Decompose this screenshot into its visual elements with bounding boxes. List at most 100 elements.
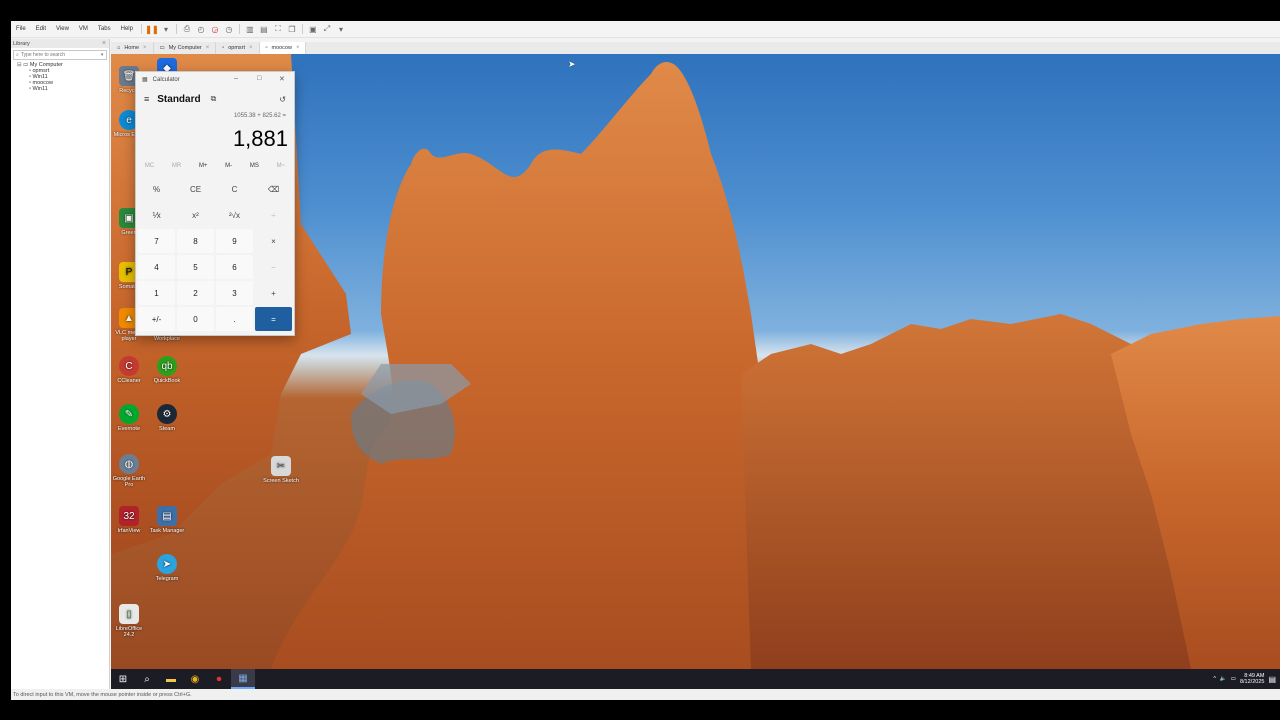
desktop-icon-libreoffice[interactable]: ▯ LibreOffice 24.2	[111, 604, 147, 638]
ccleaner-icon: C	[119, 356, 139, 376]
desktop-icon-google-earth[interactable]: ◍ Google Earth Pro	[111, 454, 147, 488]
record-icon: ⏺	[216, 673, 222, 685]
desktop-icon-irfanview[interactable]: 32 IrfanView	[111, 506, 147, 534]
desktop-icon-telegram[interactable]: ➤ Telegram	[149, 554, 185, 582]
memory-list-button[interactable]: M~	[277, 163, 286, 169]
memory-add-button[interactable]: M+	[199, 163, 208, 169]
taskbar-file-explorer[interactable]: ▬	[159, 669, 183, 689]
clear-button[interactable]: C	[216, 177, 253, 201]
digit-8-button[interactable]: 8	[177, 229, 214, 253]
unity-icon[interactable]: ❐	[285, 23, 299, 35]
divide-button[interactable]: ÷	[255, 203, 292, 227]
stretch-guest-icon[interactable]: ⤢	[320, 23, 334, 35]
desktop-icon-task-manager[interactable]: ▤ Task Manager	[149, 506, 185, 534]
negate-button[interactable]: +/-	[138, 307, 175, 331]
desktop-icon-screen-sketch[interactable]: ✂ Screen Sketch	[263, 456, 299, 484]
digit-9-button[interactable]: 9	[216, 229, 253, 253]
library-header: Library ×	[11, 39, 109, 48]
close-icon[interactable]: ×	[102, 40, 106, 47]
memory-store-button[interactable]: MS	[250, 163, 259, 169]
calculator-titlebar[interactable]: ▦ Calculator – □ ✕	[136, 72, 294, 87]
taskbar-recorder[interactable]: ⏺	[207, 669, 231, 689]
network-icon[interactable]: ▭	[1231, 676, 1236, 682]
close-icon[interactable]: ×	[143, 45, 147, 51]
calculator-window: ▦ Calculator – □ ✕ ≡ Standard ⧉ ↺ 1055.3…	[135, 71, 295, 336]
library-search[interactable]: ⌕ ▾	[13, 50, 107, 60]
chevron-down-icon[interactable]: ▾	[101, 52, 104, 58]
speaker-icon[interactable]: 🔈	[1220, 676, 1227, 682]
digit-5-button[interactable]: 5	[177, 255, 214, 279]
close-icon[interactable]: ×	[296, 45, 300, 51]
square-button[interactable]: x²	[177, 203, 214, 227]
multiply-button[interactable]: ×	[255, 229, 292, 253]
send-keys-icon[interactable]: ⎙	[180, 23, 194, 35]
desktop-icon-evernote[interactable]: ✎ Evernote	[111, 404, 147, 432]
digit-1-button[interactable]: 1	[138, 281, 175, 305]
memory-clear-button[interactable]: MC	[145, 163, 154, 169]
close-icon[interactable]: ×	[249, 45, 253, 51]
desktop-icon-quickbooks[interactable]: qb QuickBook	[149, 356, 185, 384]
menubar: File Edit View VM Tabs Help ❚❚ ▾ ⎙ ◴ ◶ ◷…	[11, 21, 1280, 38]
telegram-icon: ➤	[157, 554, 177, 574]
hamburger-menu-icon[interactable]: ≡	[144, 94, 149, 104]
desktop-icon-ccleaner[interactable]: C CCleaner	[111, 356, 147, 384]
library-title: Library	[13, 40, 30, 47]
tab-home[interactable]: ⌂ Home ×	[111, 42, 154, 54]
subtract-button[interactable]: −	[255, 255, 292, 279]
minimize-icon[interactable]: –	[234, 75, 238, 82]
snapshot-manager-icon[interactable]: ◷	[222, 23, 236, 35]
memory-subtract-button[interactable]: M-	[225, 163, 232, 169]
history-icon[interactable]: ↺	[279, 95, 286, 104]
digit-6-button[interactable]: 6	[216, 255, 253, 279]
pause-icon[interactable]: ❚❚	[145, 23, 159, 35]
add-button[interactable]: +	[255, 281, 292, 305]
thumbnail-bar-icon[interactable]: ▤	[257, 23, 271, 35]
menu-vm[interactable]: VM	[74, 26, 93, 32]
close-icon[interactable]: ✕	[279, 75, 285, 83]
search-input[interactable]	[20, 52, 101, 58]
vm-icon: ▫	[222, 45, 225, 51]
close-icon[interactable]: ×	[206, 45, 210, 51]
tree-item-vm[interactable]: ▫ Win11	[17, 86, 109, 92]
taskbar-chrome[interactable]: ◉	[183, 669, 207, 689]
backspace-button[interactable]: ⌫	[255, 177, 292, 201]
square-root-button[interactable]: ²√x	[216, 203, 253, 227]
digit-7-button[interactable]: 7	[138, 229, 175, 253]
revert-snapshot-icon[interactable]: ◶	[208, 23, 222, 35]
notification-icon[interactable]: ▤	[1268, 675, 1276, 684]
digit-3-button[interactable]: 3	[216, 281, 253, 305]
start-button[interactable]: ⊞	[111, 669, 135, 689]
digit-4-button[interactable]: 4	[138, 255, 175, 279]
tab-my-computer[interactable]: ▭ My Computer ×	[154, 42, 217, 54]
taskbar-calculator[interactable]: ▦	[231, 669, 255, 689]
clock[interactable]: 8:49 AM 8/12/2025	[1240, 673, 1264, 685]
tab-opmsrt[interactable]: ▫ opmsrt ×	[216, 42, 260, 54]
menu-view[interactable]: View	[51, 26, 74, 32]
dropdown-icon[interactable]: ▾	[159, 23, 173, 35]
menu-edit[interactable]: Edit	[31, 26, 51, 32]
digit-0-button[interactable]: 0	[177, 307, 214, 331]
reciprocal-button[interactable]: ⅟x	[138, 203, 175, 227]
clear-entry-button[interactable]: CE	[177, 177, 214, 201]
tab-moocow[interactable]: ▫ moocow ×	[259, 42, 307, 54]
toolbar-divider	[140, 24, 142, 34]
percent-button[interactable]: %	[138, 177, 175, 201]
equals-button[interactable]: =	[255, 307, 292, 331]
taskbar-search-button[interactable]: ⌕	[135, 669, 159, 689]
menu-tabs[interactable]: Tabs	[93, 26, 116, 32]
chevron-up-icon[interactable]: ^	[1213, 676, 1216, 682]
console-view-icon[interactable]: ▣	[306, 23, 320, 35]
memory-recall-button[interactable]: MR	[172, 163, 181, 169]
digit-2-button[interactable]: 2	[177, 281, 214, 305]
decimal-button[interactable]: .	[216, 307, 253, 331]
evernote-icon: ✎	[119, 404, 139, 424]
full-screen-icon[interactable]: ⛶	[271, 23, 285, 35]
snapshot-icon[interactable]: ◴	[194, 23, 208, 35]
maximize-icon[interactable]: □	[257, 75, 261, 82]
dropdown-icon[interactable]: ▾	[334, 23, 348, 35]
menu-file[interactable]: File	[11, 26, 31, 32]
keep-on-top-icon[interactable]: ⧉	[211, 94, 217, 104]
desktop-icon-steam[interactable]: ⚙ Steam	[149, 404, 185, 432]
menu-help[interactable]: Help	[116, 26, 138, 32]
show-library-icon[interactable]: ▥	[243, 23, 257, 35]
